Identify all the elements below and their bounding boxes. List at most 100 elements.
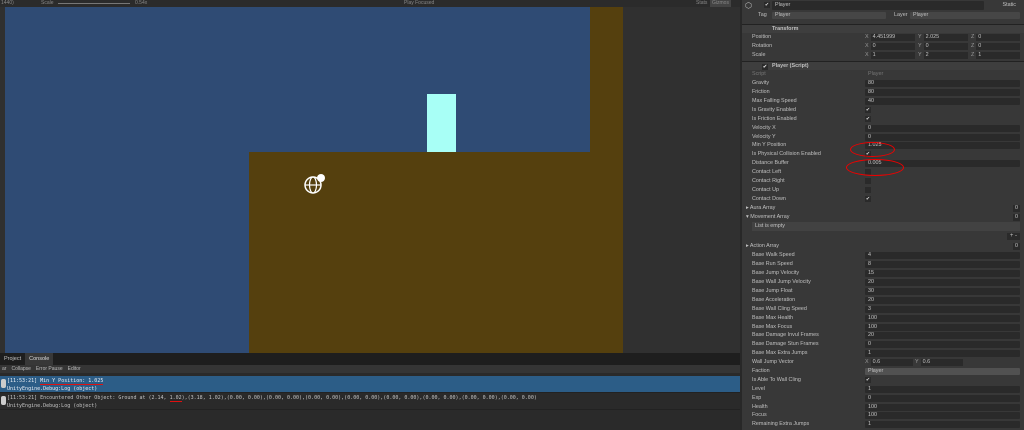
base-wall-jump-velocity-field[interactable]: 20	[865, 279, 1020, 287]
base-max-focus-field[interactable]: 100	[865, 323, 1020, 331]
health-field[interactable]: 100	[865, 403, 1020, 411]
focus-field[interactable]: 100	[865, 412, 1020, 420]
base-damage-invul-frames-label: Base Damage Invul Frames	[752, 332, 819, 339]
gravity-field[interactable]: 80	[865, 80, 1020, 88]
field-row: Velocity X 0	[742, 124, 1024, 133]
log-entry[interactable]: [11:53:21] Encountered Other Object: Gro…	[0, 393, 740, 410]
scale-slider[interactable]	[58, 3, 130, 4]
is-physical-collision-enabled-label: Is Physical Collision Enabled	[752, 151, 821, 158]
base-acceleration-field[interactable]: 20	[865, 296, 1020, 304]
base-jump-float-label: Base Jump Float	[752, 287, 793, 294]
velocity-x-field[interactable]: 0	[865, 124, 1020, 132]
is-friction-enabled-checkbox[interactable]: ✔	[865, 115, 871, 122]
play-mode-dropdown[interactable]: Play Focused	[404, 0, 434, 7]
collapse-button[interactable]: Collapse	[11, 365, 30, 373]
contact-left-label: Contact Left	[752, 169, 782, 176]
scale-label: Scale	[41, 0, 54, 6]
layer-dropdown[interactable]: Player	[910, 12, 1020, 19]
field-row: Max Falling Speed 40	[742, 97, 1024, 106]
friction-field[interactable]: 80	[865, 89, 1020, 97]
base-wall-jump-velocity-label: Base Wall Jump Velocity	[752, 279, 811, 286]
base-max-extra-jumps-label: Base Max Extra Jumps	[752, 350, 808, 357]
rotation-x-field[interactable]: 0	[870, 42, 915, 50]
exp-field[interactable]: 0	[865, 394, 1020, 402]
rotation-z-field[interactable]: 0	[976, 42, 1021, 50]
field-row: Is Able To Wall Cling ✔	[742, 376, 1024, 385]
player-sprite[interactable]	[427, 94, 456, 152]
editor-dropdown[interactable]: Editor	[68, 365, 81, 373]
is-able-to-wall-cling-label: Is Able To Wall Cling	[752, 376, 801, 383]
base-jump-float-field[interactable]: 30	[865, 287, 1020, 295]
active-checkbox[interactable]: ✔	[764, 2, 770, 8]
min-y-position-label: Min Y Position	[752, 142, 787, 149]
add-remove-buttons[interactable]: + -	[1006, 233, 1020, 241]
rotation-y-field[interactable]: 0	[923, 42, 968, 50]
clear-button[interactable]: ar	[2, 365, 6, 373]
base-max-extra-jumps-field[interactable]: 1	[865, 350, 1020, 358]
remaining-extra-jumps-field[interactable]: 1	[865, 421, 1020, 429]
script-enabled-checkbox[interactable]: ✔	[762, 63, 768, 70]
stats-button[interactable]: Stats	[696, 0, 707, 7]
error-pause-button[interactable]: Error Pause	[36, 365, 63, 373]
contact-up-checkbox[interactable]	[865, 186, 871, 193]
tab-console[interactable]: Console	[25, 353, 54, 365]
remaining-extra-jumps-label: Remaining Extra Jumps	[752, 421, 810, 428]
resolution-dropdown[interactable]: 1440)	[1, 0, 14, 7]
wall-jump-x[interactable]: 0.6	[870, 359, 913, 367]
level-field[interactable]: 1	[865, 385, 1020, 393]
tab-project[interactable]: Project	[0, 353, 25, 365]
wall-jump-y[interactable]: 0.6	[920, 359, 963, 367]
player-script-header[interactable]: ✔ Player (Script)	[742, 61, 1024, 71]
log-trace: UnityEngine.Debug:Log (object)	[7, 385, 98, 392]
position-z-field[interactable]: 0	[976, 33, 1021, 41]
aura-array[interactable]: ▸ Aura Array 0	[742, 204, 1024, 213]
base-walk-speed-field[interactable]: 4	[865, 252, 1020, 260]
static-toggle[interactable]: Static	[1003, 0, 1016, 11]
velocity-y-field[interactable]: 0	[865, 133, 1020, 141]
base-wall-cling-speed-field[interactable]: 3	[865, 305, 1020, 313]
gameobject-icon: ⬡	[745, 1, 752, 10]
base-jump-velocity-label: Base Jump Velocity	[752, 270, 800, 277]
position-x-field[interactable]: 4.451999	[870, 33, 915, 41]
log-entry[interactable]: [11:53:21] Min Y Position: 1.025 UnityEn…	[0, 376, 740, 393]
action-array[interactable]: ▸ Action Array 0	[742, 242, 1024, 251]
position-y-field[interactable]: 2.025	[923, 33, 968, 41]
contact-right-checkbox[interactable]	[865, 178, 871, 185]
is-able-to-wall-cling-checkbox[interactable]: ✔	[865, 376, 871, 383]
tag-dropdown[interactable]: Player	[772, 12, 886, 19]
scale-z-field[interactable]: 1	[976, 51, 1021, 59]
base-max-health-field[interactable]: 100	[865, 314, 1020, 322]
contact-down-checkbox[interactable]: ✔	[865, 195, 871, 202]
game-view[interactable]	[0, 7, 740, 353]
base-acceleration-label: Base Acceleration	[752, 296, 796, 303]
field-row: Friction 80	[742, 88, 1024, 97]
faction-dropdown[interactable]: Player	[865, 367, 1020, 375]
field-row: Exp 0	[742, 394, 1024, 403]
base-max-health-label: Base Max Health	[752, 314, 794, 321]
is-gravity-enabled-label: Is Gravity Enabled	[752, 106, 797, 113]
scale-x-field[interactable]: 1	[870, 51, 915, 59]
movement-array[interactable]: ▾ Movement Array 0	[742, 213, 1024, 222]
transform-header[interactable]: Transform	[742, 23, 1024, 33]
is-gravity-enabled-checkbox[interactable]: ✔	[865, 106, 871, 113]
field-row: Base Wall Cling Speed 3	[742, 305, 1024, 314]
field-row: Contact Up	[742, 186, 1024, 195]
field-row: Base Max Health 100	[742, 314, 1024, 323]
base-run-speed-field[interactable]: 8	[865, 261, 1020, 269]
base-damage-stun-frames-field[interactable]: 0	[865, 341, 1020, 349]
field-row: Base Max Extra Jumps 1	[742, 349, 1024, 358]
field-row: Focus 100	[742, 411, 1024, 420]
field-row: Base Jump Velocity 15	[742, 269, 1024, 278]
name-field[interactable]: Player	[772, 1, 984, 10]
field-row: Base Jump Float 30	[742, 287, 1024, 296]
info-icon	[1, 396, 6, 405]
gravity-label: Gravity	[752, 80, 770, 87]
base-jump-velocity-field[interactable]: 15	[865, 270, 1020, 278]
base-damage-invul-frames-field[interactable]: 20	[865, 332, 1020, 340]
field-row: Gravity 80	[742, 79, 1024, 88]
gizmos-button[interactable]: Gizmos	[710, 0, 731, 7]
velocity-x-label: Velocity X	[752, 124, 776, 131]
scale-y-field[interactable]: 2	[923, 51, 968, 59]
script-field[interactable]: Player	[865, 71, 1020, 78]
max-falling-speed-field[interactable]: 40	[865, 98, 1020, 106]
